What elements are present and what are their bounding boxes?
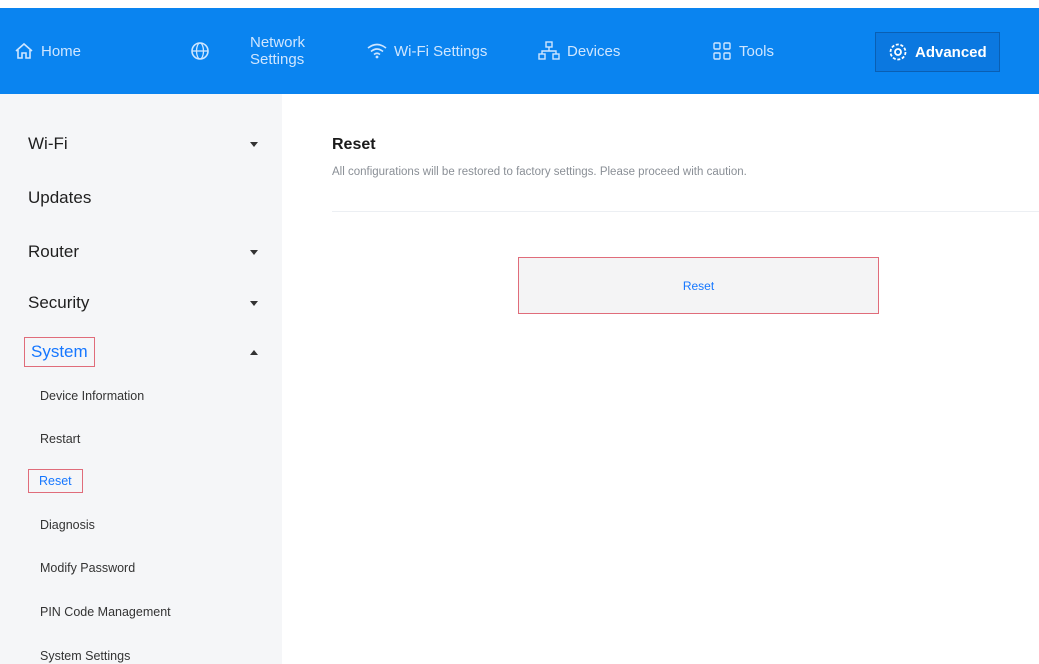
nav-tools-label: Tools [739, 42, 775, 60]
nav-advanced[interactable]: Advanced [875, 32, 1000, 72]
chevron-down-icon [250, 141, 258, 147]
sidebar-item-reset[interactable]: Reset [28, 469, 83, 493]
sidebar-item-diagnosis[interactable]: Diagnosis [40, 518, 95, 532]
sidebar-group-wifi[interactable]: Wi-Fi [28, 129, 268, 159]
sidebar-group-label: Router [28, 242, 80, 261]
nav-home-label: Home [41, 42, 82, 60]
gear-icon [888, 42, 908, 62]
main-content: Reset All configurations will be restore… [282, 94, 1039, 664]
nav-home[interactable]: Home [14, 8, 81, 94]
nav-tools[interactable]: Tools [712, 8, 774, 94]
sidebar: Wi-Fi Updates Router Security System Dev… [0, 94, 282, 664]
page-title: Reset [332, 136, 376, 153]
tools-icon [712, 41, 732, 61]
nav-network-settings[interactable]: Network Settings [250, 8, 305, 94]
sidebar-item-system-settings[interactable]: System Settings [40, 649, 130, 663]
sidebar-item-restart[interactable]: Restart [40, 432, 80, 446]
nav-advanced-label: Advanced [915, 43, 987, 61]
sidebar-item-device-information[interactable]: Device Information [40, 389, 144, 403]
top-nav-bar: Home Network Settings Wi-Fi Settings Dev… [0, 0, 1039, 94]
sidebar-group-label: Security [28, 293, 90, 312]
chevron-down-icon [250, 249, 258, 255]
sidebar-group-label: Updates [28, 188, 92, 207]
nav-network-line2: Settings [250, 51, 305, 68]
reset-panel: Reset All configurations will be restore… [332, 130, 1039, 212]
home-icon [14, 42, 34, 60]
sidebar-group-router[interactable]: Router [28, 237, 268, 267]
sidebar-group-label: Wi-Fi [28, 134, 68, 153]
nav-wifi-settings[interactable]: Wi-Fi Settings [367, 8, 487, 94]
devices-icon [538, 41, 560, 61]
nav-devices-label: Devices [567, 42, 621, 60]
sidebar-group-security[interactable]: Security [28, 288, 268, 318]
page-description: All configurations will be restored to f… [332, 166, 747, 178]
globe-icon [190, 41, 210, 61]
chevron-up-icon [250, 349, 258, 355]
nav-wifi-settings-label: Wi-Fi Settings [394, 42, 488, 60]
sidebar-group-system[interactable]: System [24, 337, 268, 367]
chevron-down-icon [250, 300, 258, 306]
globe-button[interactable] [190, 8, 210, 94]
wifi-icon [367, 43, 387, 59]
sidebar-item-modify-password[interactable]: Modify Password [40, 561, 135, 575]
sidebar-group-label: System [24, 337, 95, 367]
sidebar-item-pin-code-management[interactable]: PIN Code Management [40, 605, 171, 619]
sidebar-group-updates[interactable]: Updates [28, 183, 268, 213]
reset-button[interactable]: Reset [518, 257, 879, 314]
nav-devices[interactable]: Devices [538, 8, 620, 94]
nav-network-line1: Network [250, 34, 306, 51]
nav-network-settings-label: Network Settings [250, 34, 305, 68]
